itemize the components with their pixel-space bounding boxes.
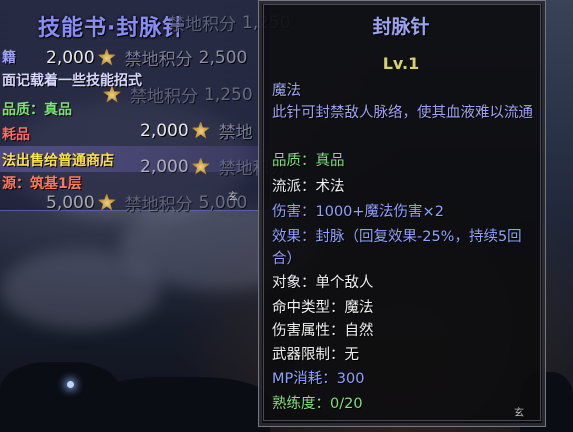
tooltip-line: 此针可封禁敌人脉络，使其血液难以流通 — [272, 105, 533, 121]
tooltip-line: 武器限制：无 — [272, 347, 359, 363]
corner-glyph: 玄 — [514, 408, 524, 419]
tree-silhouette — [90, 377, 270, 432]
tooltip-line: 命中类型：魔法 — [272, 300, 374, 316]
price-value: 5,000 — [198, 192, 248, 213]
star-coin-icon — [191, 156, 211, 175]
price-value: 2,000 — [140, 120, 189, 141]
quality-line: 品质：真品 — [2, 102, 72, 118]
shop-row[interactable]: 禁地积分 1,250 — [100, 82, 253, 107]
tooltip-line: 伤害属性：自然 — [272, 323, 374, 339]
tooltip-level: Lv.1 — [382, 54, 420, 73]
tooltip-line: 熟练度：0/20 — [272, 396, 363, 412]
shop-row[interactable]: 2,000 禁地积分 2,500 — [46, 45, 247, 70]
currency-label: 禁地积分 — [168, 15, 236, 35]
tooltip-line: 魔法 — [272, 83, 301, 99]
description-line: 籍 — [2, 50, 16, 66]
shop-row[interactable]: 5,000 禁地积分 5,000 — [46, 190, 247, 215]
star-coin-icon — [97, 192, 117, 211]
star-coin-icon — [102, 84, 122, 103]
type-line: 耗品 — [2, 127, 30, 143]
currency-label: 禁地积分 — [130, 87, 198, 107]
sell-restriction-line: 法出售给普通商店 — [2, 153, 114, 169]
corner-glyph: 玄 — [228, 192, 238, 203]
currency-label: 禁地积分 — [124, 50, 193, 70]
currency-label: 禁地积分 — [124, 195, 193, 215]
cloud — [0, 250, 160, 330]
tooltip-line: 效果：封脉（回复效果-25%，持续5回合） — [272, 229, 522, 267]
tooltip-line: 流派：术法 — [272, 179, 345, 195]
price-value: 2,500 — [198, 47, 248, 68]
price-value: 2,000 — [46, 47, 95, 68]
tooltip-line: MP消耗：300 — [272, 371, 365, 387]
tooltip-title: 封脉针 — [372, 16, 430, 38]
price-value: 5,000 — [46, 192, 95, 213]
star-coin-icon — [97, 47, 117, 66]
price-value: 1,250 — [204, 84, 253, 105]
currency-label: 禁地 — [218, 123, 253, 143]
tooltip-line: 对象：单个敌人 — [272, 275, 374, 291]
shop-row[interactable]: 2,000 禁地 — [140, 118, 253, 143]
price-value: 2,000 — [140, 156, 189, 177]
tooltip-line: 伤害：1000+魔法伤害×2 — [272, 204, 444, 220]
star-coin-icon — [191, 120, 211, 139]
tooltip-line: 品质：真品 — [272, 153, 345, 169]
glowing-star-icon — [67, 381, 74, 388]
